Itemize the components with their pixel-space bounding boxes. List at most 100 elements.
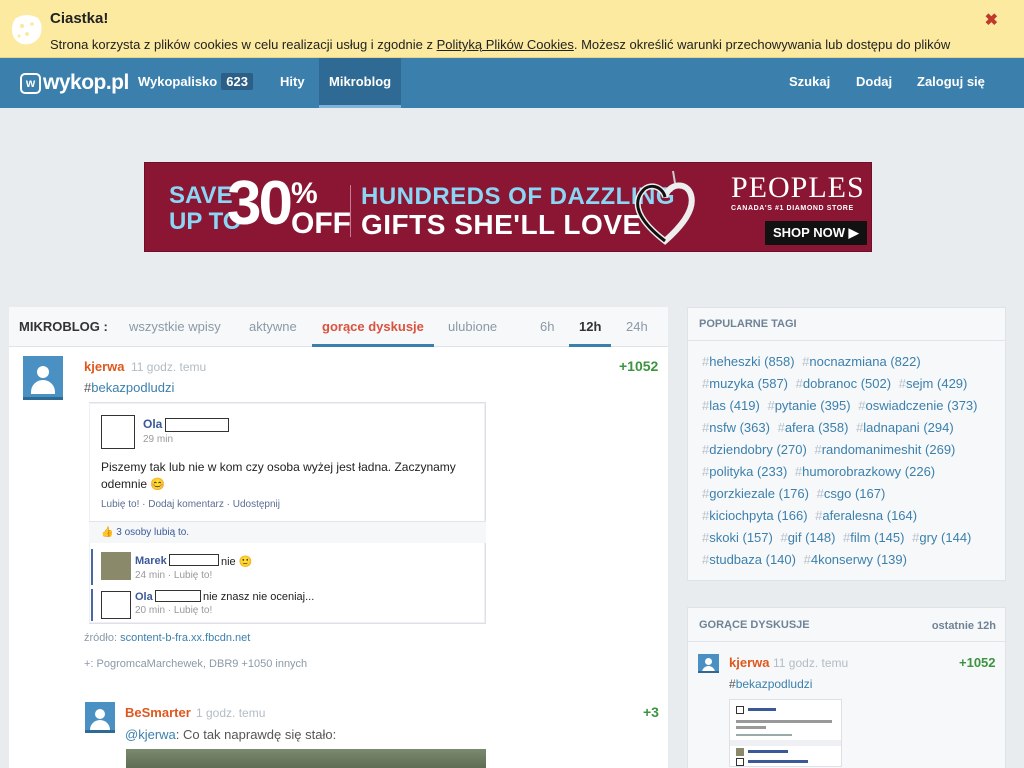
hot-author[interactable]: kjerwa <box>729 655 769 670</box>
tag-link-nsfw[interactable]: #nsfw (363) <box>702 420 770 435</box>
avatar[interactable] <box>85 702 115 733</box>
hot-hashtag[interactable]: #bekazpodludzi <box>729 677 812 691</box>
close-icon[interactable]: ✖ <box>985 10 998 30</box>
tag-link-oswiadczenie[interactable]: #oswiadczenie (373) <box>858 398 977 413</box>
fb-message: Piszemy tak lub nie w kom czy osoba wyże… <box>101 460 456 491</box>
source-link[interactable]: scontent-b-fra.xx.fbcdn.net <box>120 632 250 644</box>
tag-link-heheszki[interactable]: #heheszki (858) <box>702 354 795 369</box>
tag-link-gry[interactable]: #gry (144) <box>912 530 971 545</box>
tag-count: (167) <box>854 486 886 501</box>
tag-link-studbaza[interactable]: #studbaza (140) <box>702 552 796 567</box>
tag-link-skoki[interactable]: #skoki (157) <box>702 530 773 545</box>
fb-comment-meta: 20 min · Lubię to! <box>135 605 213 616</box>
redaction-box <box>155 590 201 602</box>
cookie-text-before: Strona korzysta z plików cookies w celu … <box>50 37 437 52</box>
tab-12h[interactable]: 12h <box>569 307 612 347</box>
reply-votes[interactable]: +3 <box>643 704 659 720</box>
ad-tagline: CANADA'S #1 DIAMOND STORE <box>731 205 854 212</box>
tag-link-aferalesna[interactable]: #aferalesna (164) <box>815 508 917 523</box>
plus-users-link[interactable]: PogromcaMarchewek, DBR9 +1050 innych <box>97 658 308 670</box>
cookie-icon <box>12 15 42 45</box>
post-hashtag[interactable]: #bekazpodludzi <box>84 380 174 395</box>
cookie-policy-link[interactable]: Polityką Plików Cookies <box>437 37 574 52</box>
tag-name: film <box>850 530 871 545</box>
tag-link-dobranoc[interactable]: #dobranoc (502) <box>796 376 891 391</box>
tag-link-gif[interactable]: #gif (148) <box>780 530 835 545</box>
reply-mention[interactable]: @kjerwa <box>125 727 176 742</box>
tag-link-pytanie[interactable]: #pytanie (395) <box>767 398 850 413</box>
mini-avatar <box>736 706 744 714</box>
tag-count: (157) <box>742 530 773 545</box>
reply-image[interactable] <box>126 749 486 768</box>
avatar[interactable] <box>698 654 719 673</box>
heart-pendant-icon <box>634 170 695 245</box>
tab-wszystkie[interactable]: wszystkie wpisy <box>129 307 221 347</box>
hot-hashtag-hash: # <box>729 677 736 691</box>
avatar <box>101 552 131 580</box>
post-hashtag-name: bekazpodludzi <box>91 380 175 395</box>
tag-count: (145) <box>874 530 905 545</box>
nav-dodaj[interactable]: Dodaj <box>856 58 892 108</box>
avatar[interactable] <box>23 356 63 400</box>
tag-count: (363) <box>739 420 770 435</box>
reply-author[interactable]: BeSmarter <box>125 705 191 720</box>
wykopalisko-count-badge: 623 <box>221 73 253 90</box>
divider <box>688 340 1005 341</box>
tab-aktywne[interactable]: aktywne <box>249 307 297 347</box>
wykop-logo[interactable]: w wykop.pl <box>20 70 129 96</box>
avatar-head <box>95 709 105 719</box>
tag-count: (166) <box>777 508 808 523</box>
avatar-head <box>37 366 49 378</box>
post-source: źródło: scontent-b-fra.xx.fbcdn.net <box>84 632 250 644</box>
nav-wykopalisko[interactable]: Wykopalisko 623 <box>138 58 253 108</box>
ad-off: OFF <box>291 207 351 240</box>
tag-link-humorobrazkowy[interactable]: #humorobrazkowy (226) <box>795 464 935 479</box>
tag-count: (164) <box>886 508 918 523</box>
tag-name: gry <box>919 530 938 545</box>
nav-zaloguj[interactable]: Zaloguj się <box>917 58 985 108</box>
tab-ulubione[interactable]: ulubione <box>448 307 497 347</box>
avatar <box>101 591 131 619</box>
tag-link-polityka[interactable]: #polityka (233) <box>702 464 787 479</box>
tag-link-las[interactable]: #las (419) <box>702 398 760 413</box>
ad-shop-now-button[interactable]: SHOP NOW ▶ <box>765 221 867 245</box>
tag-link-nocnazmiana[interactable]: #nocnazmiana (822) <box>802 354 921 369</box>
comment-bar <box>91 549 93 585</box>
hot-time: 11 godz. temu <box>773 656 849 670</box>
tag-link-4konserwy[interactable]: #4konserwy (139) <box>804 552 907 567</box>
tag-link-film[interactable]: #film (145) <box>843 530 904 545</box>
tag-link-muzyka[interactable]: #muzyka (587) <box>702 376 788 391</box>
tab-24h[interactable]: 24h <box>626 307 648 347</box>
tag-link-afera[interactable]: #afera (358) <box>778 420 849 435</box>
advertisement-banner[interactable]: SAVE UP TO 30 % OFF HUNDREDS OF DAZZLING … <box>144 162 872 252</box>
tag-link-dziendobry[interactable]: #dziendobry (270) <box>702 442 807 457</box>
post-image-screenshot[interactable]: Ola 29 min Piszemy tak lub nie w kom czy… <box>89 402 486 624</box>
cookie-text-after: . Możesz określić warunki przechowywania… <box>573 37 951 52</box>
hot-thumbnail[interactable] <box>729 699 842 767</box>
tab-gorace[interactable]: gorące dyskusje <box>312 307 434 347</box>
nav-szukaj[interactable]: Szukaj <box>789 58 830 108</box>
tab-6h[interactable]: 6h <box>540 307 554 347</box>
tag-name: ladnapani <box>863 420 920 435</box>
tag-link-randomanimeshit[interactable]: #randomanimeshit (269) <box>814 442 955 457</box>
tag-hash: # <box>780 530 788 545</box>
ad-brand: PEOPLES <box>731 171 865 204</box>
hot-votes[interactable]: +1052 <box>959 655 996 670</box>
tag-link-sejm[interactable]: #sejm (429) <box>899 376 968 391</box>
tag-link-csgo[interactable]: #csgo (167) <box>817 486 886 501</box>
post-time: 11 godz. temu <box>131 360 207 374</box>
logo-text: wykop.pl <box>43 71 129 94</box>
tag-link-ladnapani[interactable]: #ladnapani (294) <box>856 420 954 435</box>
nav-mikroblog[interactable]: Mikroblog <box>319 58 402 108</box>
tag-name: gorzkiezale <box>709 486 775 501</box>
post-votes[interactable]: +1052 <box>619 358 658 374</box>
avatar-body <box>31 380 55 394</box>
post-author[interactable]: kjerwa <box>84 359 124 374</box>
nav-hity[interactable]: Hity <box>280 58 305 108</box>
popular-tags-panel: POPULARNE TAGI #heheszki (858) #nocnazmi… <box>687 307 1006 581</box>
tag-count: (419) <box>729 398 760 413</box>
tag-link-gorzkiezale[interactable]: #gorzkiezale (176) <box>702 486 809 501</box>
tag-hash: # <box>767 398 775 413</box>
tag-link-kiciochpyta[interactable]: #kiciochpyta (166) <box>702 508 808 523</box>
tag-count: (270) <box>776 442 807 457</box>
